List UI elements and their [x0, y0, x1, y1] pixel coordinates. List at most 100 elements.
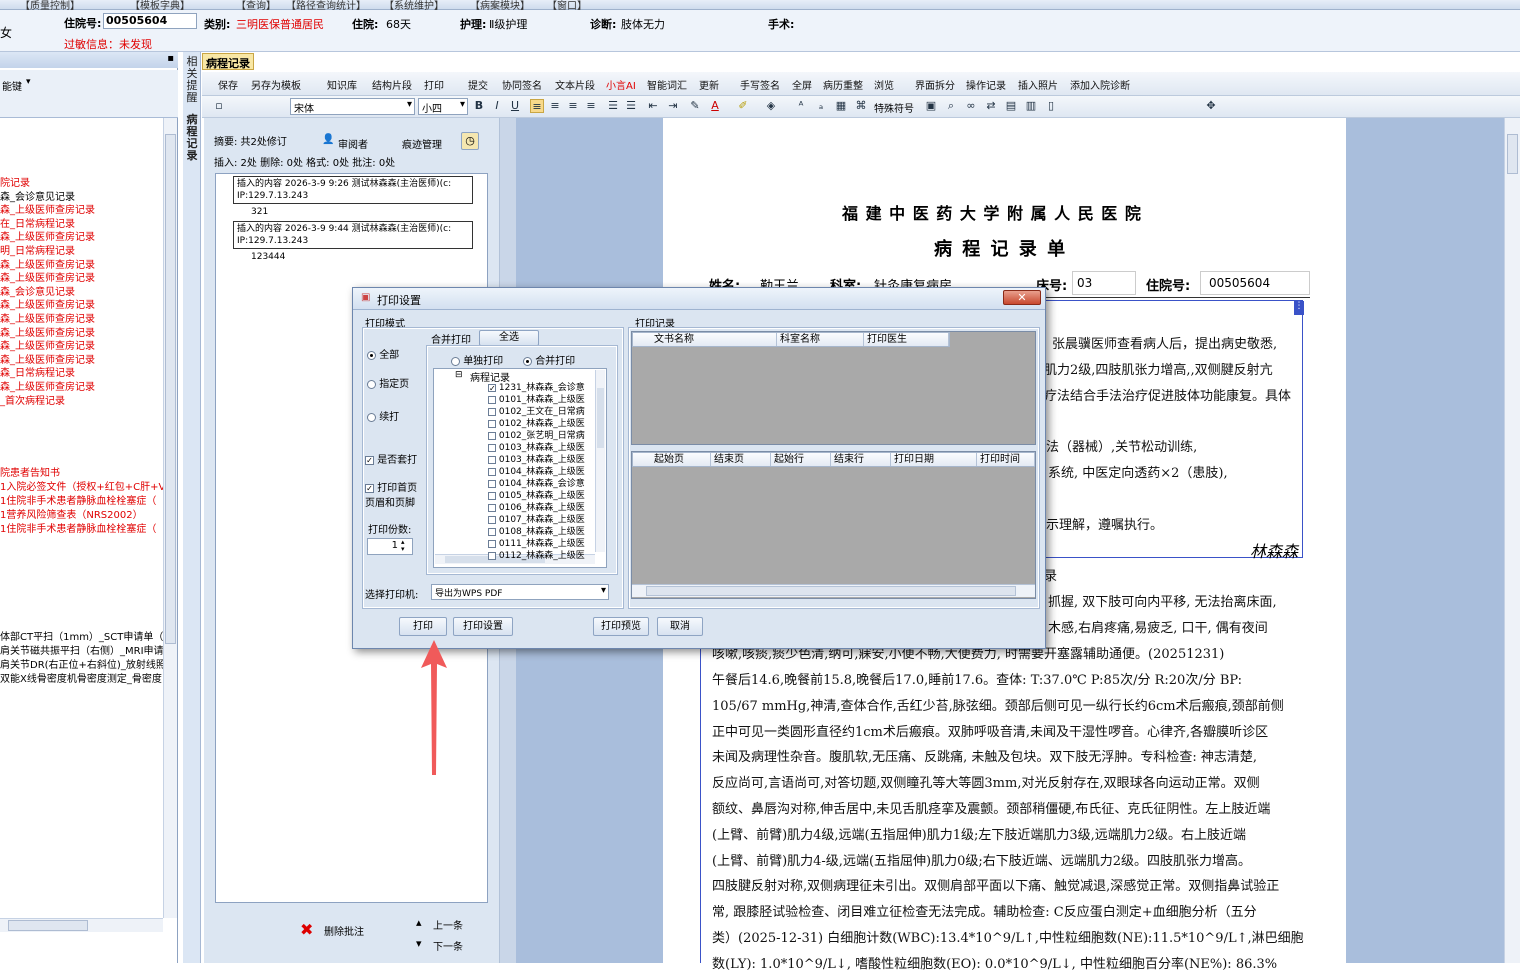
- tab-progress-record[interactable]: 病程记录: [186, 114, 198, 162]
- cancel-button[interactable]: 取消: [657, 617, 703, 636]
- tree-item[interactable]: 0112_林森森_上级医: [488, 548, 593, 561]
- print-confirm-button[interactable]: 打印: [399, 617, 447, 636]
- printer-select[interactable]: 导出为WPS PDF: [431, 584, 609, 600]
- font-color-icon[interactable]: A: [708, 99, 722, 113]
- record-list-item[interactable]: 1住院非手术患者静脉血栓栓塞症（: [0, 520, 156, 535]
- browse-button[interactable]: 浏览: [874, 77, 894, 92]
- page-icon[interactable]: ▤: [1004, 99, 1018, 113]
- select-all-button[interactable]: 全选: [479, 330, 539, 346]
- font-select[interactable]: 宋体: [290, 98, 415, 115]
- prev-button[interactable]: ▴ 上一条: [416, 916, 476, 932]
- indent-decrease-icon[interactable]: ⇤: [646, 99, 660, 113]
- record-list-item[interactable]: _首次病程记录: [0, 392, 65, 407]
- bold-icon[interactable]: B: [472, 99, 486, 113]
- highlight-icon[interactable]: ✐: [736, 99, 750, 113]
- split-view-button[interactable]: 界面拆分: [915, 77, 955, 92]
- hscroll-thumb[interactable]: [8, 920, 88, 931]
- document-scrollbar[interactable]: [1504, 118, 1520, 963]
- handwrite-sign-button[interactable]: 手写签名: [740, 77, 780, 92]
- binoculars-icon[interactable]: ∞: [964, 99, 978, 113]
- record-grid-2[interactable]: [631, 451, 1036, 599]
- save-as-template-button[interactable]: 另存为模板: [251, 77, 301, 92]
- doc-scroll-thumb[interactable]: [1507, 134, 1518, 174]
- set-print-checkbox[interactable]: ✓ 是否套打: [365, 451, 417, 466]
- admission-no-field[interactable]: 00505604: [103, 13, 197, 29]
- stepper-arrows-icon[interactable]: ▴ ▾: [401, 539, 405, 553]
- vertical-scrollbar[interactable]: [163, 118, 177, 918]
- col-start-row[interactable]: 起始行: [771, 453, 831, 466]
- numbered-list-icon[interactable]: ☰: [606, 99, 620, 113]
- copy-format-icon[interactable]: ▥: [1024, 99, 1038, 113]
- indent-increase-icon[interactable]: ⇥: [666, 99, 680, 113]
- record-list-item[interactable]: 体部CT平扫（1mm）_SCT申请单（改）: [0, 628, 163, 643]
- col-start-page[interactable]: 起始页: [651, 453, 711, 466]
- check-icon[interactable]: [488, 407, 496, 416]
- insert-photo-button[interactable]: 插入照片: [1018, 77, 1058, 92]
- record-list-item[interactable]: 双能X线骨密度机骨密度测定_骨密度: [0, 670, 162, 685]
- scroll-thumb[interactable]: [165, 134, 176, 644]
- subscript-icon[interactable]: ₐ: [814, 99, 828, 113]
- ai-button[interactable]: 小言AI: [606, 77, 636, 92]
- check-icon[interactable]: [488, 515, 496, 524]
- close-button[interactable]: ✕: [1003, 290, 1041, 305]
- mode-continue-radio[interactable]: 续打: [367, 408, 399, 423]
- col-print-time[interactable]: 打印时间: [977, 453, 1035, 466]
- format-brush-icon[interactable]: ✎: [688, 99, 702, 113]
- record-list-item[interactable]: 1营养风险筛查表（NRS2002）: [0, 506, 143, 521]
- check-icon[interactable]: [488, 551, 496, 560]
- print-preview-button[interactable]: 打印预览: [593, 617, 649, 636]
- move-icon[interactable]: ✥: [1204, 99, 1218, 113]
- check-icon[interactable]: [488, 503, 496, 512]
- replace-icon[interactable]: ⇄: [984, 99, 998, 113]
- save-button[interactable]: 保存: [218, 77, 238, 92]
- submit-button[interactable]: 提交: [468, 77, 488, 92]
- mode-page-radio[interactable]: 指定页: [367, 375, 409, 390]
- horizontal-scrollbar[interactable]: [0, 918, 163, 932]
- special-symbol-icon[interactable]: ⌘: [854, 99, 868, 113]
- record-list-item[interactable]: 肩关节磁共振平扫（右侧）_MRI申请: [0, 642, 163, 657]
- copies-stepper[interactable]: 1: [367, 538, 413, 555]
- check-icon[interactable]: [488, 443, 496, 452]
- chevron-down-icon[interactable]: ▾: [26, 77, 31, 87]
- operation-log-button[interactable]: 操作记录: [966, 77, 1006, 92]
- check-icon[interactable]: [488, 527, 496, 536]
- check-icon[interactable]: [488, 455, 496, 464]
- align-left-icon[interactable]: ≡: [530, 99, 544, 113]
- col-doc-name[interactable]: 文书名称: [651, 333, 777, 346]
- align-right-icon[interactable]: ≡: [566, 99, 580, 113]
- superscript-icon[interactable]: ᴬ: [794, 99, 808, 113]
- bullet-list-icon[interactable]: ☰: [624, 99, 638, 113]
- align-center-icon[interactable]: ≡: [548, 99, 562, 113]
- merged-print-radio[interactable]: 合并打印: [523, 352, 575, 367]
- print-setup-button[interactable]: 打印设置: [453, 617, 513, 636]
- structure-fragment-button[interactable]: 结构片段: [372, 77, 412, 92]
- single-print-radio[interactable]: 单独打印: [451, 352, 503, 367]
- check-icon[interactable]: [488, 491, 496, 500]
- font-size-select[interactable]: 小四: [418, 98, 468, 115]
- col-end-row[interactable]: 结束行: [831, 453, 891, 466]
- tree-expand-icon[interactable]: ⊟: [455, 370, 463, 380]
- italic-icon[interactable]: I: [490, 99, 504, 113]
- knowledge-base-button[interactable]: 知识库: [327, 77, 357, 92]
- check-icon[interactable]: [488, 467, 496, 476]
- justify-icon[interactable]: ≡: [584, 99, 598, 113]
- mode-all-radio[interactable]: 全部: [367, 346, 399, 361]
- trace-management-dropdown[interactable]: 痕迹管理: [402, 136, 442, 151]
- print-button[interactable]: 打印: [424, 77, 444, 92]
- clock-icon[interactable]: ◷: [461, 132, 479, 150]
- check-icon[interactable]: [488, 395, 496, 404]
- record-list-item[interactable]: 1住院非手术患者静脉血栓栓塞症（: [0, 492, 156, 507]
- page-break-icon[interactable]: ▯: [1044, 99, 1058, 113]
- reviewer-dropdown[interactable]: 审阅者: [338, 136, 368, 151]
- check-icon[interactable]: [488, 419, 496, 428]
- insert-date-icon[interactable]: ▣: [924, 99, 938, 113]
- co-sign-button[interactable]: 协同签名: [502, 77, 542, 92]
- tab-related-reminder[interactable]: 相关提醒: [186, 56, 198, 104]
- fullscreen-button[interactable]: 全屏: [792, 77, 812, 92]
- check-icon[interactable]: ✓: [488, 383, 496, 392]
- table-icon[interactable]: ▦: [834, 99, 848, 113]
- update-button[interactable]: 更新: [699, 77, 719, 92]
- col-end-page[interactable]: 结束页: [711, 453, 771, 466]
- tree-scrollbar[interactable]: [595, 370, 605, 552]
- pin-icon[interactable]: ▪: [167, 53, 174, 64]
